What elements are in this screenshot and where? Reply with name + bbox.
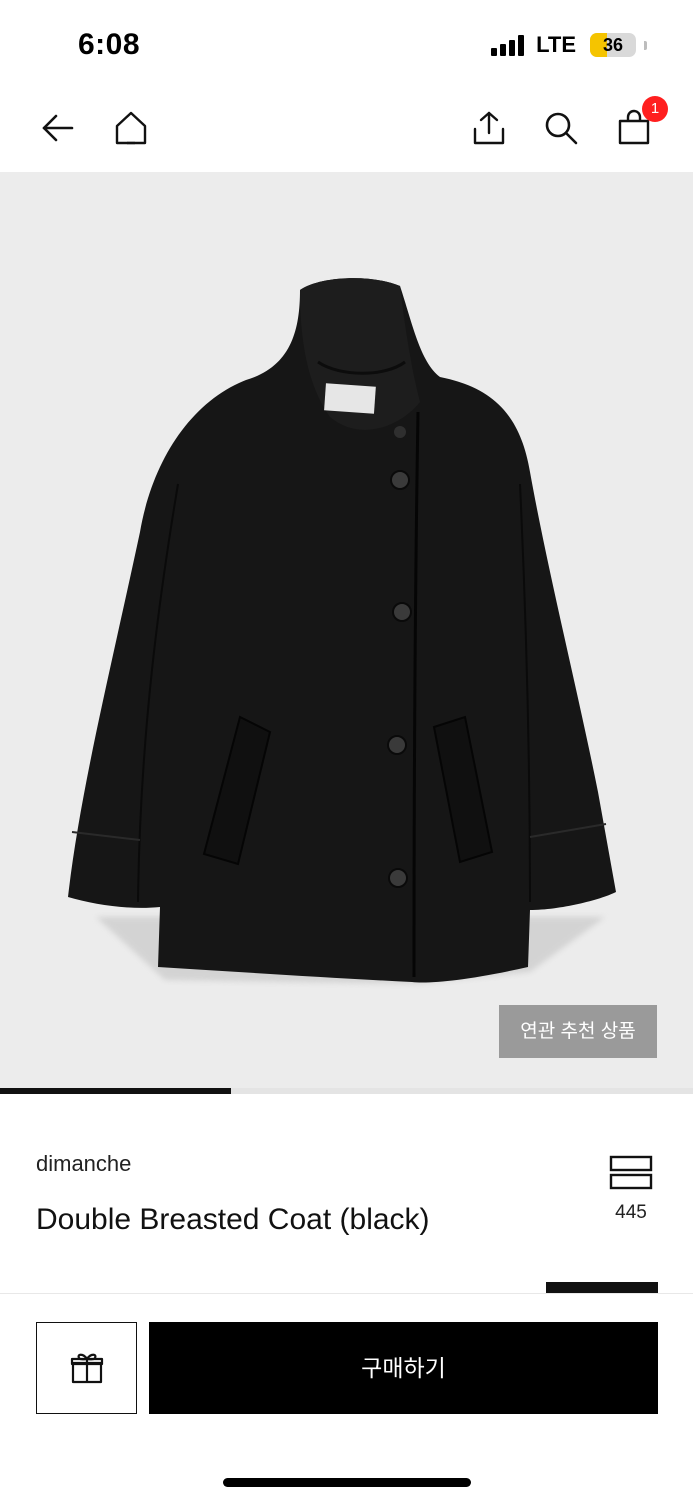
network-type: LTE <box>536 32 576 57</box>
search-icon <box>545 112 578 145</box>
related-products-button[interactable]: 연관 추천 상품 <box>499 1005 657 1058</box>
coat-illustration <box>68 278 616 984</box>
battery-icon: 36 <box>590 33 636 57</box>
image-carousel-progress <box>0 1088 693 1094</box>
gift-button[interactable] <box>36 1322 137 1414</box>
battery-cap <box>644 40 647 50</box>
gift-icon <box>70 1353 103 1384</box>
brand-name[interactable]: dimanche <box>36 1151 131 1177</box>
back-button[interactable] <box>34 104 82 152</box>
ranking-button[interactable]: 445 <box>604 1154 658 1224</box>
arrow-left-icon <box>42 114 74 142</box>
share-button[interactable] <box>465 104 513 152</box>
product-detail-page: 6:08 LTE 36 1 연관 추천 상품 dimanche Double B… <box>0 0 693 1500</box>
cellular-signal-icon <box>491 34 525 56</box>
home-button[interactable] <box>107 104 155 152</box>
bottom-action-bar: 구매하기 <box>0 1293 693 1500</box>
ranking-count: 445 <box>615 1202 647 1223</box>
home-icon <box>115 111 147 145</box>
home-indicator[interactable] <box>223 1478 471 1487</box>
carousel-indicator <box>0 1088 231 1094</box>
cart-button[interactable]: 1 <box>610 96 668 152</box>
search-button[interactable] <box>537 104 585 152</box>
battery-level: 36 <box>602 35 624 55</box>
status-indicators: LTE 36 <box>491 32 647 58</box>
status-time: 6:08 <box>78 28 141 61</box>
top-nav-bar: 1 <box>0 88 693 172</box>
buy-button[interactable]: 구매하기 <box>149 1322 658 1414</box>
product-image[interactable]: 연관 추천 상품 <box>0 172 693 1090</box>
status-bar: 6:08 LTE 36 <box>0 0 693 88</box>
share-icon <box>473 111 505 145</box>
cart-count-badge: 1 <box>642 96 668 122</box>
ranking-stack-icon <box>609 1155 653 1190</box>
product-title: Double Breasted Coat (black) <box>36 1203 430 1236</box>
